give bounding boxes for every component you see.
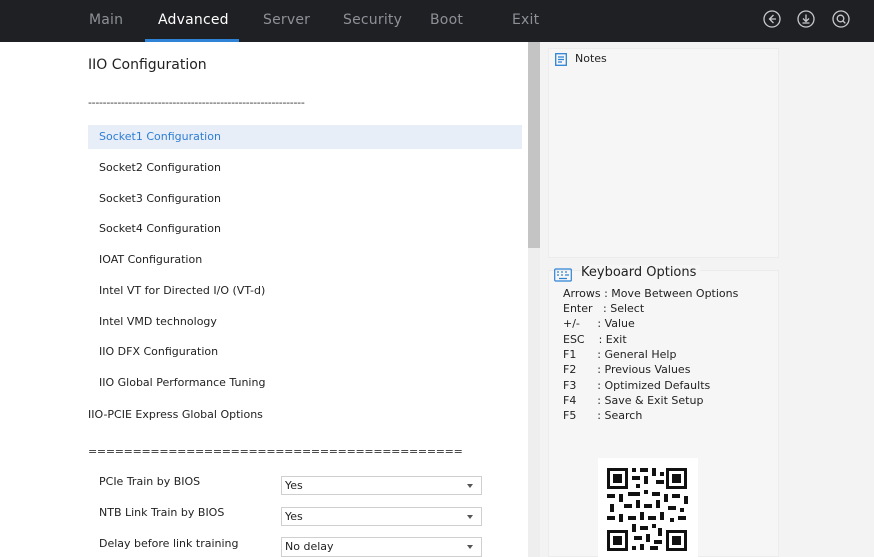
kb-line-f3: F3 : Optimized Defaults <box>563 379 711 392</box>
ntb-link-train-by-bios-select[interactable]: Yes <box>281 507 482 526</box>
menu-item-intel-vt-d[interactable]: Intel VT for Directed I/O (VT-d) <box>88 279 522 303</box>
notes-box <box>548 48 779 258</box>
menu-item-intel-vmd[interactable]: Intel VMD technology <box>88 310 522 334</box>
pcie-train-by-bios-label: PCIe Train by BIOS <box>99 475 201 488</box>
tab-boot[interactable]: Boot <box>430 0 463 42</box>
menu-item-socket4-configuration[interactable]: Socket4 Configuration <box>88 217 522 241</box>
back-icon[interactable] <box>763 10 781 28</box>
keyboard-icon <box>554 268 572 282</box>
ntb-link-train-by-bios-label: NTB Link Train by BIOS <box>99 506 225 519</box>
keyboard-options-title: Keyboard Options <box>581 265 701 280</box>
kb-line-enter: Enter : Select <box>563 302 645 315</box>
kb-line-f5: F5 : Search <box>563 409 643 422</box>
kb-line-arrows: Arrows : Move Between Options <box>563 287 739 300</box>
tab-main[interactable]: Main <box>89 0 123 42</box>
menu-item-iio-global-performance-tuning[interactable]: IIO Global Performance Tuning <box>88 371 522 395</box>
menu-item-socket1-configuration[interactable]: Socket1 Configuration <box>88 125 522 149</box>
delay-before-link-training-label: Delay before link training <box>99 537 239 550</box>
notes-icon <box>555 53 567 66</box>
chevron-down-icon <box>467 545 473 549</box>
page-title: IIO Configuration <box>88 57 207 73</box>
search-icon[interactable] <box>832 10 850 28</box>
notes-title: Notes <box>575 52 607 65</box>
separator-dashes: ----------------------------------------… <box>88 96 305 109</box>
kb-line-esc: ESC : Exit <box>563 333 627 346</box>
menu-item-iio-dfx-configuration[interactable]: IIO DFX Configuration <box>88 340 522 364</box>
pcie-train-by-bios-select[interactable]: Yes <box>281 476 482 495</box>
save-icon[interactable] <box>797 10 815 28</box>
kb-line-f2: F2 : Previous Values <box>563 363 691 376</box>
section-label-pcie-global-options: IIO-PCIE Express Global Options <box>88 408 263 421</box>
separator-equals: ========================================… <box>88 445 463 458</box>
menu-item-ioat-configuration[interactable]: IOAT Configuration <box>88 248 522 272</box>
kb-line-value: +/- : Value <box>563 317 635 330</box>
menu-item-socket2-configuration[interactable]: Socket2 Configuration <box>88 156 522 180</box>
delay-before-link-training-select[interactable]: No delay <box>281 537 482 557</box>
tab-advanced[interactable]: Advanced <box>158 0 229 42</box>
tab-exit[interactable]: Exit <box>512 0 539 42</box>
ntb-link-train-by-bios-value: Yes <box>285 510 303 523</box>
tab-security[interactable]: Security <box>343 0 402 42</box>
chevron-down-icon <box>467 515 473 519</box>
chevron-down-icon <box>467 484 473 488</box>
top-nav-bar: Main Advanced Server Security Boot Exit <box>0 0 874 42</box>
qr-code-icon <box>598 458 698 557</box>
tab-server[interactable]: Server <box>263 0 310 42</box>
kb-line-f4: F4 : Save & Exit Setup <box>563 394 704 407</box>
menu-item-socket3-configuration[interactable]: Socket3 Configuration <box>88 187 522 211</box>
delay-before-link-training-value: No delay <box>285 540 334 553</box>
scrollbar-thumb[interactable] <box>528 42 540 248</box>
pcie-train-by-bios-value: Yes <box>285 479 303 492</box>
kb-line-f1: F1 : General Help <box>563 348 677 361</box>
